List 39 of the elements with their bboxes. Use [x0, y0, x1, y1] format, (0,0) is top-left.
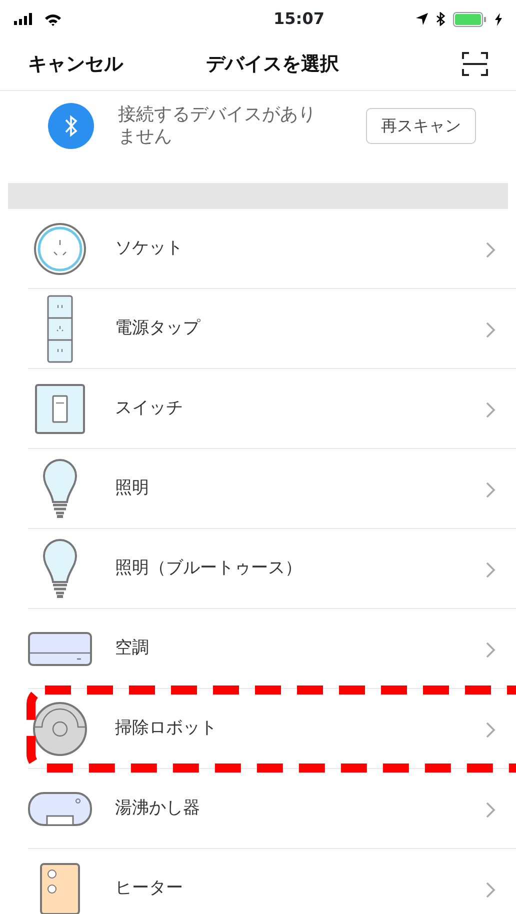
- chevron-right-icon: [486, 642, 496, 658]
- status-time: 15:07: [274, 8, 324, 30]
- charging-icon: [495, 12, 502, 26]
- switch-icon: [35, 384, 85, 434]
- robot-vacuum-icon: [32, 701, 88, 757]
- socket-icon: [33, 222, 87, 276]
- device-list-item[interactable]: 空調: [0, 609, 516, 689]
- wifi-icon: [44, 12, 62, 26]
- bluetooth-icon: [436, 12, 445, 26]
- device-list-item[interactable]: 照明: [0, 449, 516, 529]
- air-conditioner-icon: [28, 632, 92, 666]
- heater-icon: [40, 863, 80, 914]
- power-strip-icon: [47, 295, 73, 363]
- empty-message: 接続するデバイスがありません: [118, 104, 317, 148]
- chevron-right-icon: [486, 242, 496, 258]
- device-list-item[interactable]: 電源タップ: [0, 289, 516, 369]
- chevron-right-icon: [486, 482, 496, 498]
- device-list-item[interactable]: ソケット: [0, 209, 516, 289]
- device-list-item[interactable]: スイッチ: [0, 369, 516, 449]
- chevron-right-icon: [486, 402, 496, 418]
- battery-icon: [453, 12, 487, 26]
- scan-code-button[interactable]: [462, 52, 488, 76]
- bluetooth-icon: [48, 103, 94, 149]
- chevron-right-icon: [486, 722, 496, 738]
- device-list-item[interactable]: 掃除ロボット: [0, 689, 516, 769]
- cancel-button[interactable]: キャンセル: [28, 50, 123, 78]
- device-list-item[interactable]: 湯沸かし器: [0, 769, 516, 849]
- location-icon: [416, 13, 428, 25]
- kettle-icon: [28, 792, 92, 826]
- rescan-button[interactable]: 再スキャン: [366, 108, 476, 144]
- chevron-right-icon: [486, 562, 496, 578]
- device-list-item[interactable]: 照明（ブルートゥース）: [0, 529, 516, 609]
- light-bulb-icon: [42, 538, 78, 600]
- device-list-item[interactable]: ヒーター: [0, 849, 516, 914]
- screen-title: デバイスを選択: [206, 52, 339, 77]
- chevron-right-icon: [486, 882, 496, 898]
- light-bulb-icon: [42, 458, 78, 520]
- chevron-right-icon: [486, 802, 496, 818]
- chevron-right-icon: [486, 322, 496, 338]
